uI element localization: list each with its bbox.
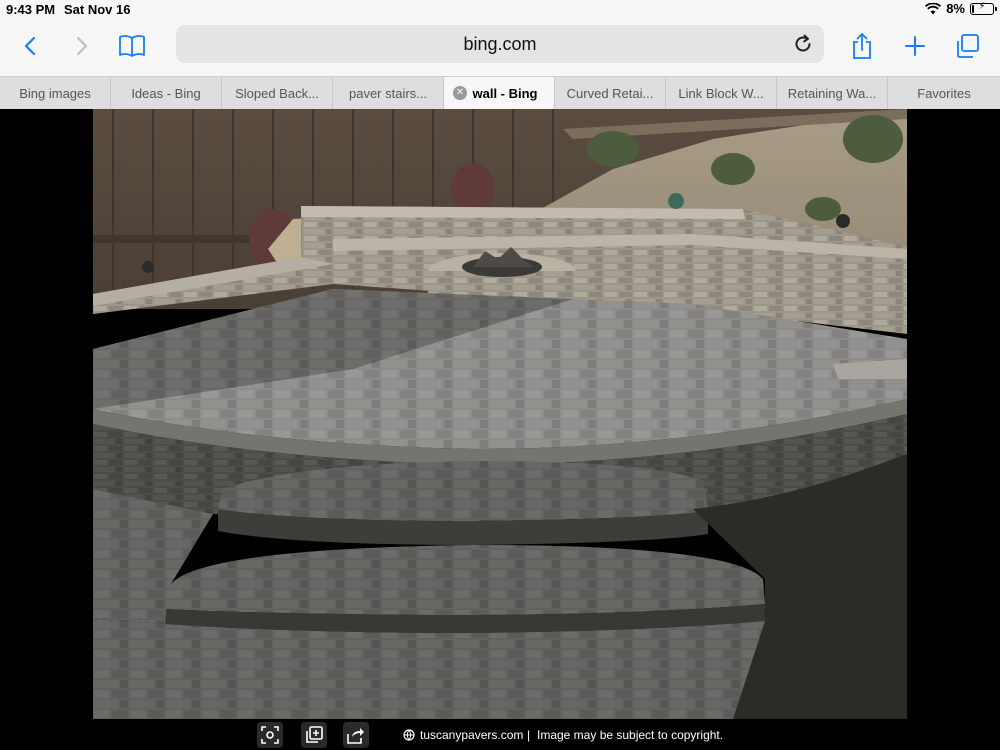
copyright-notice: Image may be subject to copyright. (537, 728, 724, 742)
visual-search-button[interactable] (257, 722, 283, 748)
status-indicators: 8% ⚡ (925, 0, 997, 16)
share-icon (853, 33, 871, 59)
tab-label: Favorites (917, 85, 971, 101)
back-button[interactable] (18, 28, 42, 64)
image-source-link[interactable]: tuscanypavers.com (420, 728, 523, 742)
tab-label: Ideas - Bing (131, 85, 201, 101)
tab-wall-bing[interactable]: ✕ wall - Bing (444, 77, 555, 109)
tab-label: Link Block W... (678, 85, 764, 101)
forward-icon (76, 36, 88, 56)
url-text: bing.com (463, 34, 537, 54)
share-button[interactable] (850, 28, 874, 64)
visual-search-icon (261, 726, 279, 744)
new-tab-icon (905, 36, 925, 56)
close-tab-icon[interactable]: ✕ (453, 86, 467, 100)
tab-curved-retaining[interactable]: Curved Retai... (555, 77, 666, 109)
wifi-icon (925, 2, 942, 14)
status-date: Sat Nov 16 (64, 2, 131, 17)
back-icon (24, 36, 36, 56)
tab-paver-stairs[interactable]: paver stairs... (333, 77, 444, 109)
charging-bolt-icon: ⚡ (978, 0, 986, 12)
patio-photo-illustration (93, 109, 907, 719)
bookmarks-icon (119, 35, 145, 57)
share-arrow-icon (347, 728, 364, 744)
tabs-overview-button[interactable] (954, 28, 982, 64)
tab-sloped-back[interactable]: Sloped Back... (222, 77, 333, 109)
globe-icon (403, 729, 415, 741)
status-time: 9:43 PM (6, 2, 56, 17)
tab-favorites[interactable]: Favorites (888, 77, 1000, 109)
tab-label: paver stairs... (348, 85, 428, 101)
caption-separator: | (527, 728, 531, 742)
tab-retaining-wall[interactable]: Retaining Wa... (777, 77, 888, 109)
tab-link-block[interactable]: Link Block W... (666, 77, 777, 109)
collections-button[interactable] (301, 722, 327, 748)
tab-bing-images[interactable]: Bing images (0, 77, 111, 109)
forward-button[interactable] (70, 28, 94, 64)
bookmarks-button[interactable] (116, 28, 148, 64)
reload-icon[interactable] (792, 33, 814, 55)
new-tab-button[interactable] (902, 28, 928, 64)
address-bar[interactable]: bing.com (176, 25, 824, 63)
patio-photo[interactable] (93, 109, 907, 719)
tab-label: Sloped Back... (235, 85, 319, 101)
status-bar: 9:43 PM Sat Nov 16 8% ⚡ (0, 0, 1000, 20)
battery-icon: ⚡ (970, 0, 997, 15)
tabs-overview-icon (957, 34, 979, 58)
battery-percent: 8% (946, 1, 965, 16)
browser-toolbar: bing.com (0, 20, 1000, 76)
tab-label: Bing images (19, 85, 91, 101)
tab-label: Retaining Wa... (787, 85, 877, 101)
image-viewer: tuscanypavers.com | Image may be subject… (0, 109, 1000, 750)
image-caption-bar: tuscanypavers.com | Image may be subject… (0, 719, 1000, 750)
share-image-button[interactable] (343, 722, 369, 748)
tab-label: Curved Retai... (566, 85, 654, 101)
tab-bar: Bing images Ideas - Bing Sloped Back... … (0, 76, 1000, 109)
tab-ideas-bing[interactable]: Ideas - Bing (111, 77, 222, 109)
collections-icon (306, 726, 323, 743)
tab-label: wall - Bing (472, 85, 538, 101)
